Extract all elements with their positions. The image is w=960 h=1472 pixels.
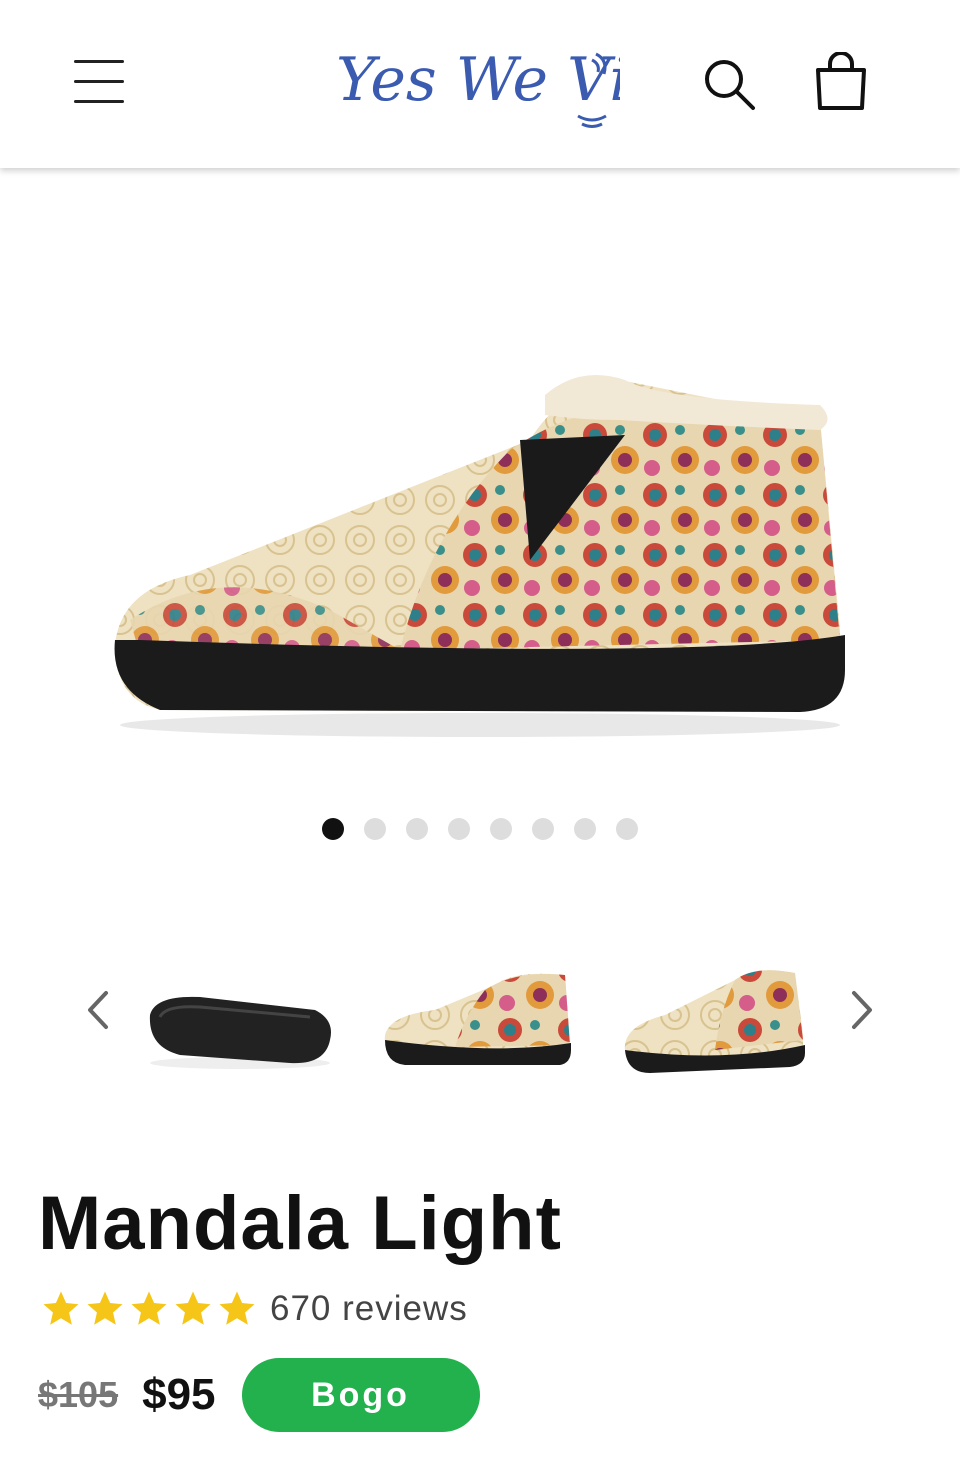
thumbnail-angle-view[interactable]: [615, 955, 815, 1085]
gallery-dot[interactable]: [490, 818, 512, 840]
gallery-dot[interactable]: [616, 818, 638, 840]
search-icon: [705, 60, 755, 110]
hamburger-line: [74, 80, 124, 83]
gallery-pagination: [0, 818, 960, 840]
star-icon: [175, 1291, 211, 1325]
brand-logo[interactable]: Yes We Vibe: [330, 20, 620, 140]
bogo-badge: Bogo: [241, 1358, 480, 1432]
gallery-dot[interactable]: [406, 818, 428, 840]
thumbnail-sole-view[interactable]: [140, 955, 340, 1085]
product-rating: 670 reviews: [40, 1285, 468, 1333]
gallery-dot[interactable]: [322, 818, 344, 840]
logo-wave-mark: [577, 114, 607, 122]
product-title: Mandala Light: [38, 1181, 562, 1266]
star-icon: [87, 1291, 123, 1325]
cart-button[interactable]: [812, 52, 870, 114]
hamburger-line: [74, 100, 124, 103]
sale-price: $95: [142, 1370, 216, 1419]
star-icon: [131, 1291, 167, 1325]
original-price: $105: [38, 1374, 119, 1415]
price-row: $105 $95 Bogo: [38, 1358, 480, 1432]
logo-wave-mark: [581, 122, 603, 128]
thumbnail-next-button[interactable]: [842, 985, 882, 1035]
gallery-dot[interactable]: [364, 818, 386, 840]
reviews-link[interactable]: 670 reviews: [270, 1289, 468, 1329]
chevron-right-icon: [852, 991, 872, 1029]
thumbnail-prev-button[interactable]: [78, 985, 118, 1035]
gallery-dot[interactable]: [574, 818, 596, 840]
brand-logo-text: Yes We Vibe: [336, 45, 620, 115]
star-icon: [43, 1291, 79, 1325]
chevron-left-icon: [88, 991, 108, 1029]
thumbnail-side-view[interactable]: [375, 955, 575, 1085]
product-main-image[interactable]: [100, 360, 860, 760]
shopping-bag-icon: [816, 52, 866, 110]
hamburger-icon: [74, 60, 124, 63]
gallery-dot[interactable]: [448, 818, 470, 840]
hamburger-menu-button[interactable]: [74, 58, 124, 104]
gallery-dot[interactable]: [532, 818, 554, 840]
search-button[interactable]: [700, 55, 760, 115]
site-header: Yes We Vibe: [0, 0, 960, 168]
star-icon: [219, 1291, 255, 1325]
